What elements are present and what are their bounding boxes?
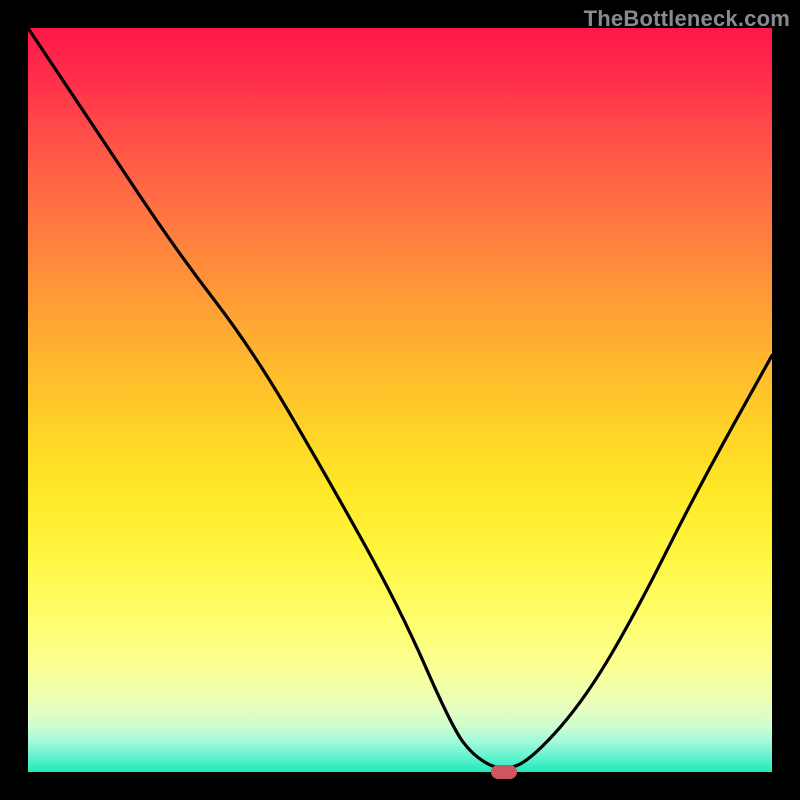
chart-container: TheBottleneck.com: [0, 0, 800, 800]
optimum-marker: [491, 765, 517, 779]
plot-area: [28, 28, 772, 772]
bottleneck-curve: [28, 28, 772, 772]
watermark-text: TheBottleneck.com: [584, 6, 790, 32]
curve-path: [28, 28, 772, 768]
